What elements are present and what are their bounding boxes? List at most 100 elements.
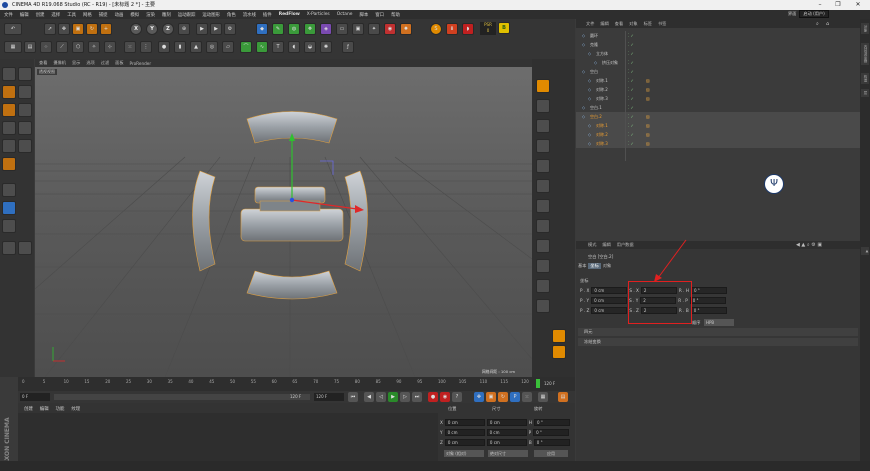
menu-item[interactable]: 雕刻 [162,12,171,18]
prev-key-icon[interactable]: ◀ [364,392,374,402]
z-axis-button[interactable]: Z [162,23,174,35]
menu-item[interactable]: 插件 [263,12,272,18]
object-row[interactable]: ◇ 对称.1 ⁚ ✓ ▨ [576,76,860,85]
visibility-dots-icon[interactable]: ⁚ ✓ [628,103,634,112]
timeline-end-marker[interactable] [536,379,540,388]
download-icon[interactable]: ⬇ [446,23,458,35]
lower-cylinder[interactable] [240,208,344,242]
object-row[interactable]: ◇ 立方体 ⁚ ✓ [576,49,860,58]
camera-icon[interactable]: ▣ [352,23,364,35]
render-picture-icon[interactable]: ▶ [210,23,222,35]
material-menu-item[interactable]: 创建 [24,406,33,412]
layout-icon-8[interactable] [536,239,550,253]
tag-icon[interactable]: ▨ [646,121,650,130]
view-icon[interactable]: ▦ [4,41,22,53]
tab-object[interactable]: 对象 [603,263,611,269]
visibility-dots-icon[interactable]: ⁚ ✓ [628,121,634,130]
object-row[interactable]: ◇ 对称.2 ⁚ ✓ ▨ [576,130,860,139]
tag-icon[interactable]: ▨ [646,76,650,85]
z-axis-handle[interactable] [289,197,295,203]
go-end-icon[interactable]: ⏭ [412,392,422,402]
grid-tool-icon[interactable] [2,241,16,255]
deformer-icon[interactable]: ◈ [320,23,332,35]
polygon-tool-icon[interactable] [2,121,16,135]
visibility-dots-icon[interactable]: ⁚ ✓ [628,49,634,58]
wrap-icon[interactable]: ◒ [304,41,316,53]
next-frame-icon[interactable]: ▷ [400,392,410,402]
r-b-field[interactable]: 0 ° [690,307,727,314]
r-h-field[interactable]: 0 ° [690,287,727,294]
size-x-field[interactable]: 0 cm [486,419,527,426]
p-y-field[interactable]: 0 cm [591,297,628,304]
side-tab-content[interactable]: 内容浏览器 [861,43,869,65]
cone-icon[interactable]: ▲ [190,41,202,53]
layout-dropdown[interactable]: 启动 (用户) [799,10,829,18]
menu-item[interactable]: 窗口 [375,12,384,18]
floor-icon[interactable]: ▭ [336,23,348,35]
viewport-menu-item[interactable]: 面板 [115,60,123,66]
p-z-field[interactable]: 0 cm [591,307,628,314]
rotation-p-field[interactable]: 0 ° [533,429,570,436]
octane-icon[interactable]: ◉ [384,23,396,35]
position-x-field[interactable]: 0 cm [444,419,485,426]
menu-item[interactable]: 角色 [227,12,236,18]
axis-mode-icon[interactable]: ⊹ [104,41,116,53]
viewport[interactable] [35,59,532,377]
size-mode-dropdown[interactable]: 绝对尺寸 [488,450,528,457]
layout-icon-10[interactable] [536,279,550,293]
visibility-dots-icon[interactable]: ⁚ ✓ [628,58,634,67]
octane-live-icon[interactable] [536,79,550,93]
viewport-menu-item[interactable]: 摄像机 [53,60,66,66]
object-menu-item[interactable]: 标签 [644,21,652,27]
tab-basic[interactable]: 基本 [578,263,586,269]
cube-icon[interactable]: ◆ [256,23,268,35]
layout-icon-7[interactable] [536,219,550,233]
material-menu-item[interactable]: 纹理 [71,406,80,412]
object-row[interactable]: ◇ 挤压对象 ⁚ ✓ [576,58,860,67]
minimize-button[interactable]: – [812,0,828,10]
point-mode-icon[interactable]: ⁘ [40,41,52,53]
edge-tool-icon[interactable] [2,139,16,153]
taper-icon[interactable]: T [272,41,284,53]
object-row[interactable]: ◇ 空白.1 ⁚ ✓ [576,103,860,112]
undo-icon[interactable]: ↶ [4,23,22,35]
visibility-dots-icon[interactable]: ⁚ ✓ [628,31,634,40]
python-icon[interactable] [552,329,566,343]
material-menu-item[interactable]: 编辑 [40,406,49,412]
material-menu-item[interactable]: 功能 [56,406,65,412]
tag-icon[interactable]: ▨ [646,94,650,103]
side-tab-objects[interactable]: 对象 [861,23,869,34]
object-row[interactable]: ◇ 对称.3 ⁚ ✓ ▨ [576,139,860,148]
side-tab-structure[interactable]: 构造 [861,73,869,84]
sphere-icon[interactable]: ● [158,41,170,53]
menu-item[interactable]: 运动跟踪 [178,12,196,18]
key-param-icon[interactable]: P [510,392,520,402]
checker-tool-icon[interactable] [2,85,16,99]
close-button[interactable]: ✕ [850,0,866,10]
render-settings-icon[interactable]: ⚙ [224,23,236,35]
viewport-menu-item[interactable]: 查看 [39,60,47,66]
viewport-menu-item[interactable]: 选项 [86,60,94,66]
tag-icon[interactable]: ▨ [646,112,650,121]
object-menu-item[interactable]: 编辑 [600,21,608,27]
cylinder-icon[interactable]: ▮ [174,41,186,53]
render-view-icon[interactable]: ▶ [196,23,208,35]
layout-selector[interactable]: 界面 启动 (用户) [788,10,829,18]
position-z-field[interactable]: 0 cm [444,439,485,446]
key-rotate-icon[interactable]: ↻ [498,392,508,402]
maximize-button[interactable]: ❐ [830,0,846,10]
home-icon[interactable]: ⌂ [826,21,829,27]
layout-icon-11[interactable] [536,299,550,313]
magnet-tool-icon[interactable] [18,103,32,117]
gear-icon[interactable] [552,345,566,359]
menu-item[interactable]: 运动图形 [202,12,220,18]
move-icon[interactable]: ✥ [58,23,70,35]
menu-item[interactable]: Octane [337,12,353,17]
position-y-field[interactable]: 0 cm [444,429,485,436]
knife-tool-icon[interactable] [18,121,32,135]
object-menu-item[interactable]: 文件 [586,21,594,27]
help-icon[interactable]: ? [452,392,462,402]
visibility-dots-icon[interactable]: ⁚ ✓ [628,139,634,148]
tab-coordinates[interactable]: 坐标 [588,263,601,269]
visibility-dots-icon[interactable]: ⁚ ✓ [628,130,634,139]
